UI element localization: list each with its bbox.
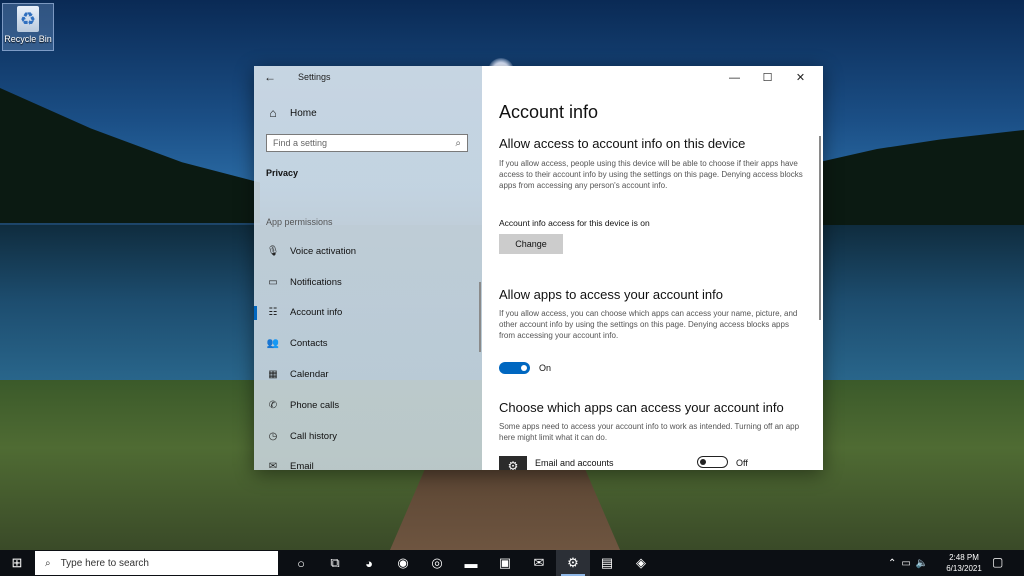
toggle-knob [521, 365, 527, 371]
store-icon[interactable]: ▣ [488, 550, 522, 576]
sidebar-item-label: Account info [290, 307, 343, 319]
title-bar[interactable]: ← Settings [254, 66, 482, 88]
network-icon[interactable]: ▭ [901, 558, 910, 569]
maximize-button[interactable]: ☐ [751, 69, 784, 87]
email-accounts-app-icon: ⚙ [499, 456, 527, 470]
sidebar-item-label: Call history [290, 430, 337, 442]
chevron-up-icon[interactable]: ⌃ [888, 558, 896, 569]
sidebar-item-label: Notifications [290, 276, 342, 288]
phone-icon: ✆ [268, 399, 278, 411]
clock[interactable]: 2:48 PM 6/13/2021 [944, 552, 984, 574]
window-controls: — ☐ ✕ [718, 69, 817, 87]
category-title: Privacy [266, 168, 299, 178]
search-icon[interactable]: ⌕ [455, 138, 461, 149]
start-button[interactable]: ⊞ [0, 550, 34, 576]
windows-logo-icon: ⊞ [11, 555, 23, 570]
microphone-icon: 🎙 [266, 245, 280, 257]
toggle-knob [700, 459, 706, 465]
clock-date: 6/13/2021 [946, 564, 982, 573]
taskbar-search-box[interactable]: ⌕ Type here to search [35, 551, 278, 575]
sidebar-item-voice-activation[interactable]: 🎙 Voice activation [254, 236, 482, 267]
email-icon: ✉ [268, 461, 278, 470]
taskbar: ⊞ ⌕ Type here to search ○ ⧉ ◕ ◉ ◎ ▬ ▣ ✉ ⚙ ▤ ◈ ⌃ ▭ … [0, 550, 1024, 576]
edge-icon[interactable]: ◕ [352, 550, 386, 576]
sidebar-item-label: Phone calls [290, 399, 340, 411]
contacts-icon: 👥 [266, 338, 280, 350]
system-tray: ⌃ ▭ 🔈 [888, 550, 928, 576]
sidebar-item-call-history[interactable]: ◷ Call history [254, 421, 482, 452]
back-button[interactable]: ← [264, 70, 276, 84]
calendar-icon: ▦ [268, 369, 278, 381]
content-scrollbar[interactable] [819, 136, 821, 320]
section2-heading: Allow apps to access your account info [499, 287, 724, 302]
settings-sidebar: ← Settings ⌂ Home Find a setting ⌕ Priva… [254, 66, 482, 470]
settings-content: — ☐ ✕ Account info Allow access to accou… [482, 66, 823, 470]
home-label: Home [290, 107, 317, 119]
cortana-icon[interactable]: ○ [284, 550, 318, 576]
email-accounts-app-name: Email and accounts [535, 458, 614, 468]
remote-desktop-icon[interactable]: ▤ [590, 550, 624, 576]
section1-heading: Allow access to account info on this dev… [499, 136, 746, 151]
change-button[interactable]: Change [499, 234, 563, 254]
sidebar-item-phone-calls[interactable]: ✆ Phone calls [254, 390, 482, 421]
history-icon: ◷ [268, 430, 278, 442]
recycle-bin-icon: ♻ [17, 6, 39, 32]
sidebar-item-contacts[interactable]: 👥 Contacts [254, 328, 482, 359]
sidebar-item-label: Voice activation [290, 245, 357, 257]
file-explorer-icon[interactable]: ▬ [454, 550, 488, 576]
clock-time: 2:48 PM [949, 553, 979, 562]
firefox-icon[interactable]: ◉ [386, 550, 420, 576]
dirt-path [390, 470, 620, 550]
mail-icon[interactable]: ✉ [522, 550, 556, 576]
device-access-status: Account info access for this device is o… [499, 218, 650, 228]
settings-icon[interactable]: ⚙ [556, 550, 590, 576]
window-title: Settings [298, 72, 331, 82]
section-label: App permissions [266, 217, 333, 227]
email-accounts-toggle[interactable] [697, 456, 728, 468]
task-view-icon[interactable]: ⧉ [318, 550, 352, 576]
desktop-wallpaper: ♻ Recycle Bin ← Settings ⌂ Home Find a s… [0, 0, 1024, 550]
hills-left [0, 88, 260, 223]
sidebar-item-notifications[interactable]: ▭ Notifications [254, 267, 482, 298]
sidebar-item-calendar[interactable]: ▦ Calendar [254, 359, 482, 390]
find-setting-input[interactable]: Find a setting ⌕ [266, 134, 468, 152]
sidebar-item-label: Email [290, 461, 314, 470]
section2-description: If you allow access, you can choose whic… [499, 309, 798, 340]
apps-access-toggle-label: On [539, 363, 552, 373]
azure-icon[interactable]: ◈ [624, 550, 658, 576]
notification-icon: ▭ [268, 276, 278, 288]
sidebar-scrollbar[interactable] [479, 282, 481, 352]
section3-description: Some apps need to access your account in… [499, 422, 800, 442]
home-nav-item[interactable]: ⌂ Home [266, 106, 317, 120]
taskbar-search-placeholder: Type here to search [60, 557, 149, 569]
section3-heading: Choose which apps can access your accoun… [499, 400, 784, 415]
sidebar-item-label: Contacts [290, 338, 328, 350]
taskbar-apps: ○ ⧉ ◕ ◉ ◎ ▬ ▣ ✉ ⚙ ▤ ◈ [284, 550, 658, 576]
volume-icon[interactable]: 🔈 [916, 558, 928, 569]
notification-center-icon[interactable]: ▢ [992, 555, 1003, 569]
account-info-icon: ☷ [268, 307, 278, 319]
search-icon: ⌕ [45, 557, 51, 569]
apps-access-toggle[interactable] [499, 362, 530, 374]
email-accounts-toggle-label: Off [736, 458, 748, 468]
settings-window: ← Settings ⌂ Home Find a setting ⌕ Priva… [254, 66, 823, 470]
sidebar-item-account-info[interactable]: ☷ Account info [254, 298, 482, 329]
close-button[interactable]: ✕ [784, 69, 817, 87]
recycle-bin-shortcut[interactable]: ♻ Recycle Bin [2, 3, 54, 51]
home-icon: ⌂ [269, 106, 277, 120]
sidebar-item-email[interactable]: ✉ Email [254, 452, 482, 470]
hills-right [814, 130, 1024, 225]
page-title: Account info [499, 102, 599, 122]
sidebar-item-label: Calendar [290, 369, 329, 381]
chrome-icon[interactable]: ◎ [420, 550, 454, 576]
find-setting-placeholder: Find a setting [273, 138, 328, 148]
sidebar-nav: 🎙 Voice activation ▭ Notifications ☷ Account … [254, 236, 482, 470]
recycle-bin-label: Recycle Bin [4, 34, 52, 44]
minimize-button[interactable]: — [718, 69, 751, 87]
section1-description: If you allow access, people using this d… [499, 159, 803, 190]
